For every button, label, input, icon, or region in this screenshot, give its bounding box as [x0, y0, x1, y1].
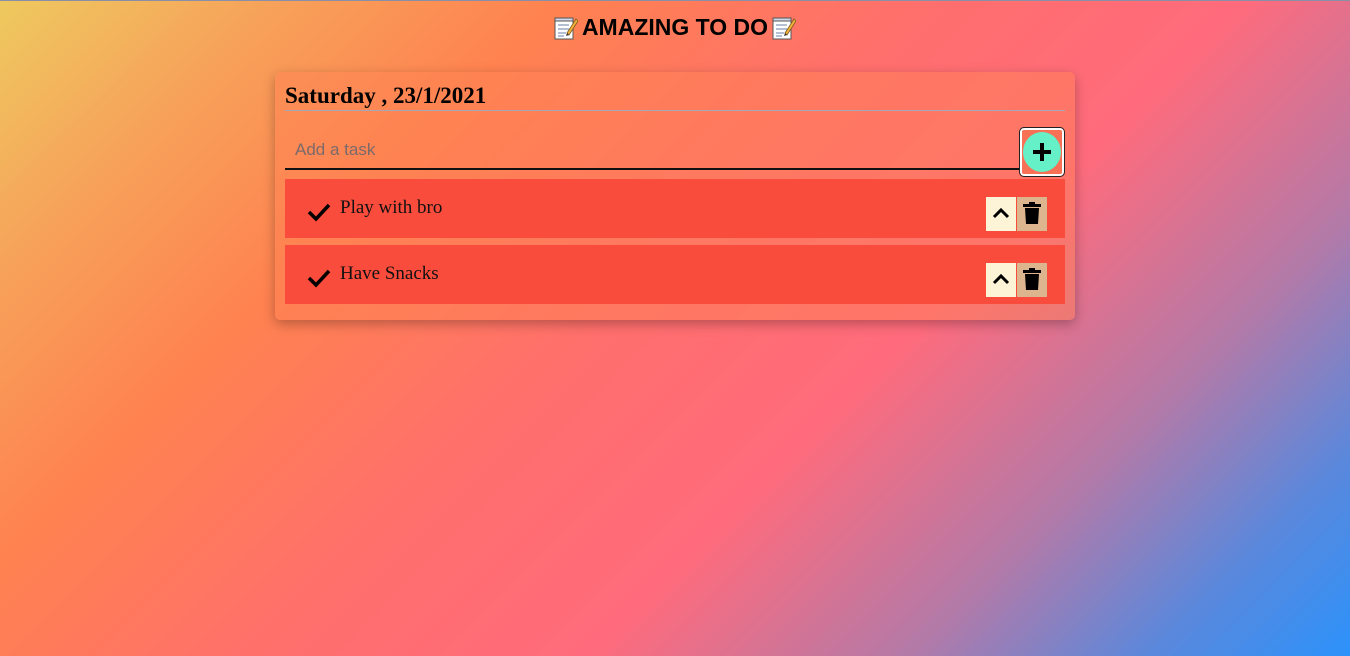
memo-icon	[554, 15, 578, 41]
task-list: Play with bro Have Snacks	[285, 179, 1065, 311]
delete-task-button[interactable]	[1017, 263, 1047, 297]
move-up-button[interactable]	[986, 263, 1016, 297]
task-text: Play with bro	[340, 197, 443, 218]
task-item: Play with bro	[285, 179, 1065, 238]
date-heading: Saturday , 23/1/2021	[285, 82, 1065, 111]
delete-task-button[interactable]	[1017, 197, 1047, 231]
add-task-input[interactable]	[285, 132, 1021, 170]
chevron-up-icon	[992, 206, 1010, 223]
chevron-up-icon	[992, 272, 1010, 289]
todo-card: Saturday , 23/1/2021 Play with bro	[275, 72, 1075, 320]
task-text: Have Snacks	[340, 263, 439, 284]
plus-icon	[1023, 132, 1061, 172]
memo-icon	[772, 15, 797, 41]
top-border	[0, 0, 1350, 1]
app-title: AMAZING TO DO	[0, 14, 1350, 41]
add-task-button[interactable]	[1019, 127, 1065, 177]
move-up-button[interactable]	[986, 197, 1016, 231]
check-icon[interactable]	[307, 268, 331, 288]
check-icon[interactable]	[307, 202, 331, 222]
trash-icon	[1023, 267, 1041, 293]
app-title-text: AMAZING TO DO	[581, 14, 769, 40]
trash-icon	[1023, 201, 1041, 227]
task-item: Have Snacks	[285, 245, 1065, 304]
